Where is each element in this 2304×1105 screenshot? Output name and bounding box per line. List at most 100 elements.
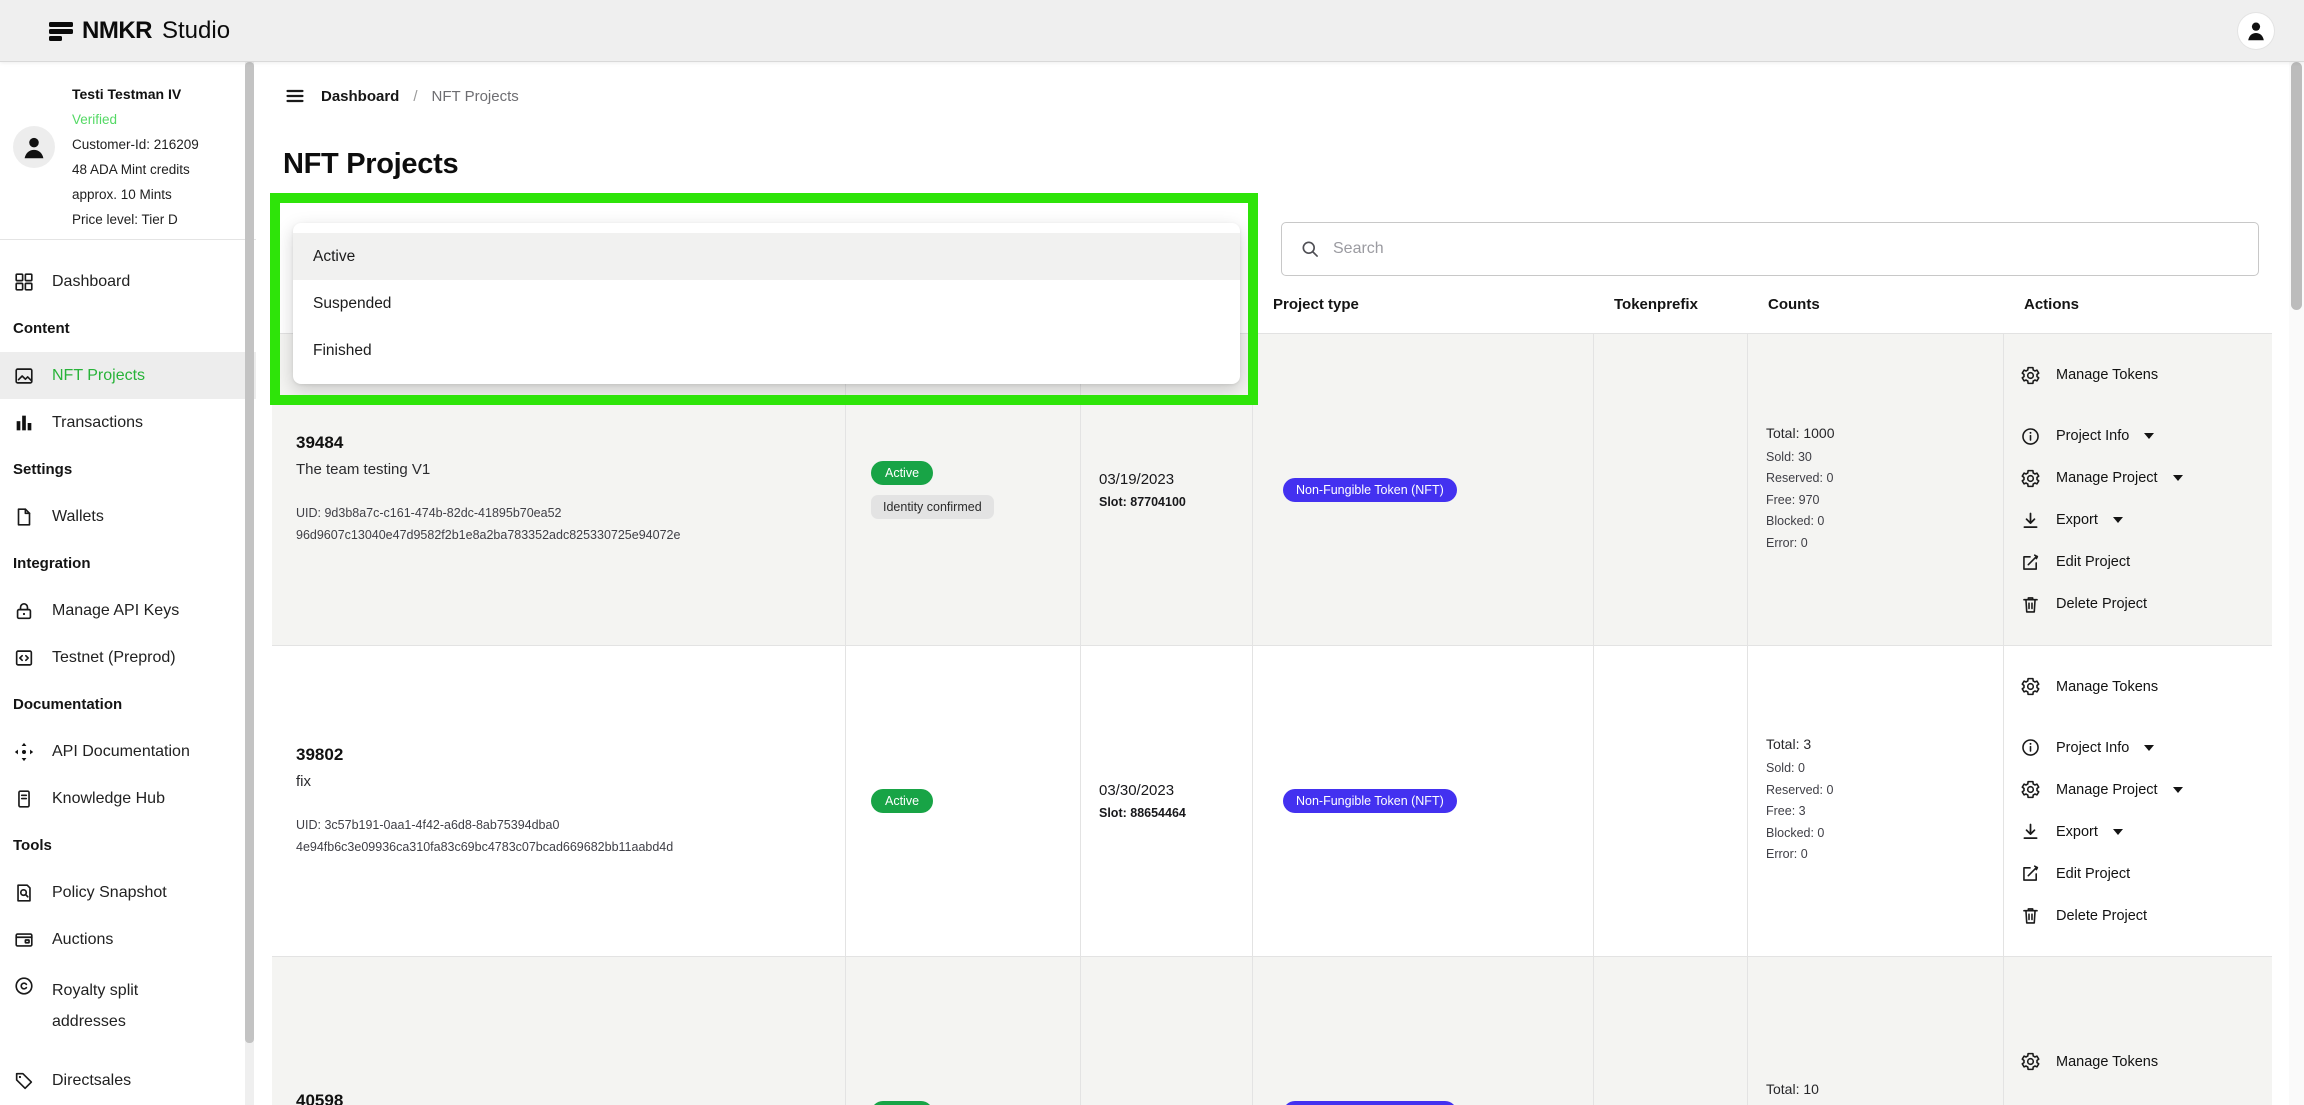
count-total: Total: 3 <box>1766 736 1811 752</box>
image-icon <box>13 365 35 387</box>
sidebar-item-testnet-preprod[interactable]: Testnet (Preprod) <box>0 634 256 681</box>
sidebar-nav: Dashboard Content NFT Projects Transacti… <box>0 240 256 1104</box>
slot-number: Slot: 87704100 <box>1099 495 1186 509</box>
person-icon <box>2243 18 2269 44</box>
created-date: 03/30/2023 <box>1099 782 1174 799</box>
slot-number: Slot: 88654464 <box>1099 806 1186 820</box>
search-icon <box>1300 239 1320 259</box>
breadcrumb-separator: / <box>413 88 417 105</box>
sidebar-item-knowledge-hub[interactable]: Knowledge Hub <box>0 775 256 822</box>
tokenprefix-cell <box>1594 334 1748 645</box>
delete-project-button[interactable]: Delete Project <box>2020 589 2147 619</box>
project-name: fix <box>296 773 311 790</box>
chevron-down-icon <box>2113 829 2123 835</box>
profile-avatar <box>13 126 55 168</box>
nmkr-logo-icon <box>48 20 74 42</box>
project-uid: UID: 3c57b191-0aa1-4f42-a6d8-8ab75394dba… <box>296 814 673 858</box>
counts-cell: Total: 3 Sold: 0 Reserved: 0 Free: 3 Blo… <box>1748 646 2004 956</box>
project-type-badge: Non-Fungible Token (NFT) <box>1283 478 1457 502</box>
sidebar-item-manage-api-keys[interactable]: Manage API Keys <box>0 587 256 634</box>
breadcrumb-dashboard[interactable]: Dashboard <box>321 88 399 105</box>
code-box-icon <box>13 647 35 669</box>
actions-cell: Manage Tokens Project Info Manage Projec… <box>2004 646 2272 956</box>
status-filter-dropdown: Active Suspended Finished <box>293 223 1240 384</box>
counts-cell: Total: 10 Sold: 10 Reserved: 0 <box>1748 957 2004 1105</box>
chevron-down-icon <box>2144 745 2154 751</box>
sidebar-section-tools: Tools <box>0 822 256 869</box>
manage-tokens-button[interactable]: Manage Tokens <box>2020 1047 2158 1077</box>
sidebar-item-policy-snapshot[interactable]: Policy Snapshot <box>0 869 256 916</box>
sidebar-item-dashboard[interactable]: Dashboard <box>0 258 256 305</box>
dropdown-option-finished[interactable]: Finished <box>293 327 1240 374</box>
profile-mint-credits: 48 ADA Mint credits <box>72 157 256 182</box>
dropdown-option-active[interactable]: Active <box>293 233 1240 280</box>
sidebar-item-transactions[interactable]: Transactions <box>0 399 256 446</box>
project-type-badge: Non-Fungible Token (NFT) <box>1283 1101 1457 1105</box>
chevron-down-icon <box>2113 517 2123 523</box>
trash-icon <box>2020 594 2041 615</box>
edit-project-button[interactable]: Edit Project <box>2020 859 2130 889</box>
status-badge: Active <box>871 1101 933 1105</box>
info-icon <box>2020 426 2041 447</box>
dropdown-option-suspended[interactable]: Suspended <box>293 280 1240 327</box>
header-counts: Counts <box>1748 276 2004 333</box>
gear-icon <box>2020 779 2041 800</box>
tag-icon <box>13 1070 35 1092</box>
project-id: 40598 <box>296 1091 343 1105</box>
edit-project-button[interactable]: Edit Project <box>2020 547 2130 577</box>
project-info-button[interactable]: Project Info <box>2020 733 2154 763</box>
count-total: Total: 1000 <box>1766 425 1835 441</box>
edit-icon <box>2020 863 2041 884</box>
profile-customer-id: Customer-Id: 216209 <box>72 132 256 157</box>
header-tokenprefix: Tokenprefix <box>1594 276 1748 333</box>
sidebar-item-directsales[interactable]: Directsales <box>0 1057 256 1104</box>
sidebar-scrollbar[interactable] <box>245 62 254 1105</box>
page-scrollbar[interactable] <box>2289 62 2304 1105</box>
download-icon <box>2020 510 2041 531</box>
profile-verified-status: Verified <box>72 107 256 132</box>
manage-tokens-button[interactable]: Manage Tokens <box>2020 672 2158 702</box>
page-scrollbar-thumb[interactable] <box>2291 62 2302 310</box>
export-button[interactable]: Export <box>2020 817 2123 847</box>
count-total: Total: 10 <box>1766 1081 1819 1097</box>
sidebar-section-content: Content <box>0 305 256 352</box>
manage-tokens-button[interactable]: Manage Tokens <box>2020 360 2158 390</box>
info-icon <box>2020 737 2041 758</box>
sidebar-section-documentation: Documentation <box>0 681 256 728</box>
sidebar-scrollbar-thumb[interactable] <box>245 62 254 1043</box>
project-type-cell: Non-Fungible Token (NFT) <box>1253 646 1594 956</box>
sidebar-section-settings: Settings <box>0 446 256 493</box>
counts-cell: Total: 1000 Sold: 30 Reserved: 0 Free: 9… <box>1748 334 2004 645</box>
chevron-down-icon <box>2173 787 2183 793</box>
app-header: NMKRStudio <box>0 0 2304 62</box>
delete-project-button[interactable]: Delete Project <box>2020 901 2147 931</box>
project-info-button[interactable]: Project Info <box>2020 421 2154 451</box>
nmkr-logo[interactable]: NMKRStudio <box>48 17 230 45</box>
gear-icon <box>2020 365 2041 386</box>
search-input[interactable] <box>1333 240 2240 258</box>
sidebar-item-auctions[interactable]: Auctions <box>0 916 256 963</box>
manage-project-button[interactable]: Manage Project <box>2020 463 2183 493</box>
created-date: 03/19/2023 <box>1099 471 1174 488</box>
export-button[interactable]: Export <box>2020 505 2123 535</box>
sidebar-item-nft-projects[interactable]: NFT Projects <box>0 352 256 399</box>
header-project-type: Project type <box>1253 276 1594 333</box>
identity-badge: Identity confirmed <box>871 495 994 519</box>
project-type-badge: Non-Fungible Token (NFT) <box>1283 789 1457 813</box>
menu-icon[interactable] <box>283 86 307 106</box>
chevron-down-icon <box>2144 433 2154 439</box>
user-avatar[interactable] <box>2238 13 2274 49</box>
wallet-icon <box>13 929 35 951</box>
gear-icon <box>2020 1051 2041 1072</box>
sidebar-item-api-documentation[interactable]: API Documentation <box>0 728 256 775</box>
sidebar-item-wallets[interactable]: Wallets <box>0 493 256 540</box>
project-type-cell: Non-Fungible Token (NFT) <box>1253 334 1594 645</box>
gear-icon <box>2020 468 2041 489</box>
api-arrows-icon <box>13 741 35 763</box>
book-icon <box>13 788 35 810</box>
project-cell: 40598 Spooky NMKR Logos <box>272 957 846 1105</box>
sidebar-item-royalty-split-addresses[interactable]: Royalty split addresses <box>0 963 256 1057</box>
status-cell: Active <box>846 957 1081 1105</box>
project-id: 39484 <box>296 433 343 453</box>
manage-project-button[interactable]: Manage Project <box>2020 775 2183 805</box>
